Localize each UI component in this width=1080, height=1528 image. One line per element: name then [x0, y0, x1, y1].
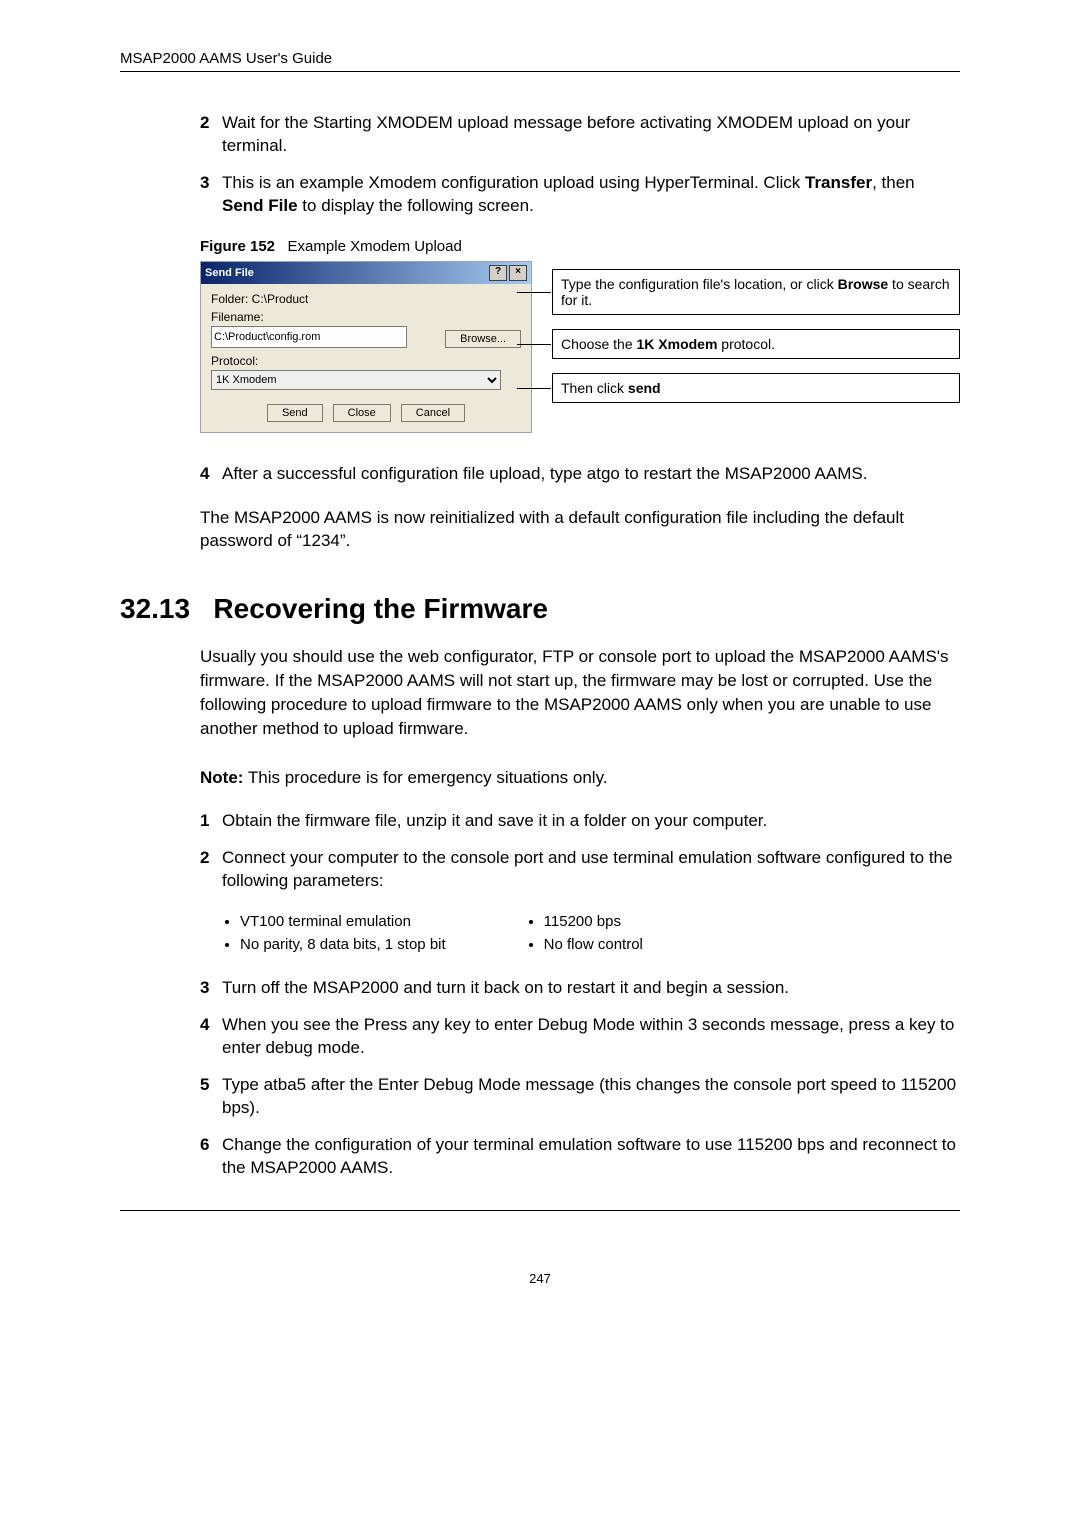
step-text: Type atba5 after the Enter Debug Mode me…: [222, 1075, 956, 1117]
close-icon[interactable]: ×: [509, 265, 527, 281]
annotations: Type the configuration file's location, …: [552, 261, 960, 433]
step-c4: 4 When you see the Press any key to ente…: [200, 1014, 960, 1060]
annotation-1: Type the configuration file's location, …: [552, 269, 960, 315]
step-3: 3 This is an example Xmodem configuratio…: [200, 172, 960, 218]
step-b1: 1 Obtain the firmware file, unzip it and…: [200, 810, 960, 833]
step-text: Wait for the Starting XMODEM upload mess…: [222, 113, 910, 155]
param-item: No flow control: [544, 936, 643, 953]
browse-button[interactable]: Browse...: [445, 330, 521, 348]
filename-label: Filename:: [211, 310, 437, 324]
help-icon[interactable]: ?: [489, 265, 507, 281]
step-number: 6: [200, 1134, 209, 1157]
note-line: Note: This procedure is for emergency si…: [200, 766, 960, 790]
protocol-select[interactable]: 1K Xmodem: [211, 370, 501, 390]
step-text: Connect your computer to the console por…: [222, 848, 952, 890]
step-4: 4 After a successful configuration file …: [200, 463, 960, 486]
send-button[interactable]: Send: [267, 404, 323, 422]
page-body: 2 Wait for the Starting XMODEM upload me…: [120, 112, 960, 486]
cancel-button[interactable]: Cancel: [401, 404, 465, 422]
filename-input[interactable]: [211, 326, 407, 348]
step-number: 5: [200, 1074, 209, 1097]
step-c3: 3 Turn off the MSAP2000 and turn it back…: [200, 977, 960, 1000]
step-text: After a successful configuration file up…: [222, 464, 867, 483]
terminal-params: VT100 terminal emulation No parity, 8 da…: [200, 913, 960, 959]
step-text: When you see the Press any key to enter …: [222, 1015, 954, 1057]
step-text: This is an example Xmodem configuration …: [222, 173, 915, 215]
step-number: 2: [200, 112, 209, 135]
annotation-2: Choose the 1K Xmodem protocol.: [552, 329, 960, 359]
step-b2: 2 Connect your computer to the console p…: [200, 847, 960, 893]
close-button[interactable]: Close: [333, 404, 391, 422]
annotation-3: Then click send: [552, 373, 960, 403]
step-text: Change the configuration of your termina…: [222, 1135, 956, 1177]
step-2: 2 Wait for the Starting XMODEM upload me…: [200, 112, 960, 158]
step-number: 4: [200, 1014, 209, 1037]
page-number: 247: [120, 1271, 960, 1286]
step-number: 2: [200, 847, 209, 870]
step-c5: 5 Type atba5 after the Enter Debug Mode …: [200, 1074, 960, 1120]
section-heading: 32.13 Recovering the Firmware: [120, 593, 960, 625]
summary-paragraph: The MSAP2000 AAMS is now reinitialized w…: [120, 506, 960, 554]
step-text: Turn off the MSAP2000 and turn it back o…: [222, 978, 789, 997]
figure-caption: Figure 152 Example Xmodem Upload: [200, 238, 960, 255]
protocol-label: Protocol:: [211, 354, 521, 368]
folder-label: Folder: C:\Product: [211, 292, 521, 306]
dialog-titlebar: Send File ? ×: [201, 262, 531, 284]
dialog-title: Send File: [205, 267, 254, 279]
figure-area: Send File ? × Folder: C:\Product Filenam…: [200, 261, 960, 433]
send-file-dialog: Send File ? × Folder: C:\Product Filenam…: [200, 261, 532, 433]
params-right: 115200 bps No flow control: [526, 913, 643, 959]
step-text: Obtain the firmware file, unzip it and s…: [222, 811, 767, 830]
step-number: 1: [200, 810, 209, 833]
param-item: No parity, 8 data bits, 1 stop bit: [240, 936, 446, 953]
step-number: 3: [200, 172, 209, 195]
params-left: VT100 terminal emulation No parity, 8 da…: [222, 913, 446, 959]
param-item: VT100 terminal emulation: [240, 913, 446, 930]
dialog-body: Folder: C:\Product Filename: Browse... P…: [201, 284, 531, 432]
step-number: 3: [200, 977, 209, 1000]
header-title: MSAP2000 AAMS User's Guide: [120, 50, 332, 67]
param-item: 115200 bps: [544, 913, 643, 930]
step-number: 4: [200, 463, 209, 486]
page-header: MSAP2000 AAMS User's Guide: [120, 50, 960, 72]
step-c6: 6 Change the configuration of your termi…: [200, 1134, 960, 1180]
section-intro: Usually you should use the web configura…: [200, 645, 960, 740]
